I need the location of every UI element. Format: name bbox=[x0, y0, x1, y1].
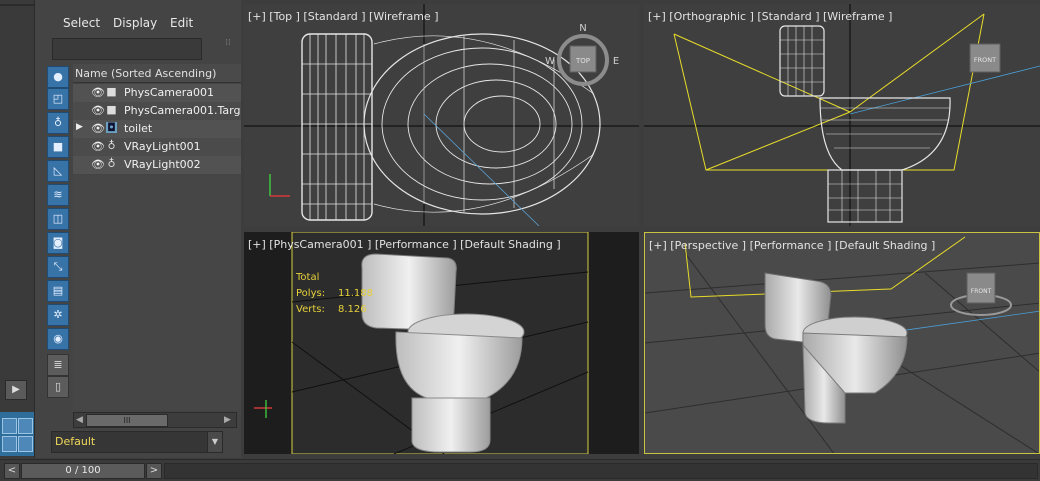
search-input[interactable] bbox=[52, 38, 202, 60]
tree-empty-area[interactable] bbox=[73, 175, 241, 410]
scroll-thumb[interactable]: III bbox=[86, 414, 168, 427]
prev-frame-button[interactable]: < bbox=[4, 463, 20, 479]
item-label: PhysCamera001 bbox=[124, 86, 215, 99]
list-icon[interactable]: ≣ bbox=[47, 354, 69, 376]
item-label: VRayLight001 bbox=[124, 140, 201, 153]
viewport-orthographic[interactable]: FRONT [+] [Orthographic ] [Standard ] [W… bbox=[644, 4, 1040, 226]
list-item[interactable]: ▶ 👁 ◘ toilet bbox=[73, 120, 241, 138]
eye-icon[interactable]: 👁 bbox=[91, 86, 105, 99]
stats-overlay: Total Polys: 11.188 Verts: 8.126 bbox=[296, 270, 373, 318]
list-item[interactable]: 👁 ■ PhysCamera001.Target bbox=[73, 102, 241, 120]
camera-target-icon: ■ bbox=[106, 103, 117, 116]
display-bones-icon[interactable]: ⤡ bbox=[47, 256, 69, 278]
chevron-down-icon[interactable]: ▼ bbox=[207, 431, 223, 453]
layout-cell-icon bbox=[18, 418, 33, 434]
page-icon[interactable]: ▯ bbox=[47, 376, 69, 398]
mesh-object-icon: ◘ bbox=[106, 121, 117, 134]
viewport-label-ortho[interactable]: [+] [Orthographic ] [Standard ] [Wirefra… bbox=[648, 10, 892, 23]
scroll-left-icon[interactable]: ◀ bbox=[76, 413, 83, 427]
polys-label: Polys: bbox=[296, 288, 326, 299]
menu-display[interactable]: Display bbox=[113, 16, 157, 30]
eye-icon[interactable]: 👁 bbox=[91, 140, 105, 153]
column-header-label: Name (Sorted Ascending) bbox=[75, 67, 217, 80]
display-visibility-icon[interactable]: ◉ bbox=[47, 328, 69, 350]
scene-tree: 👁 ■ PhysCamera001 👁 ■ PhysCamera001.Targ… bbox=[73, 84, 241, 174]
scene-explorer: Select Display Edit ⁞⁞ ● ◰ ♁ ■ ◺ ≋ ◫ ◙ ⤡… bbox=[35, 0, 241, 458]
display-particles-icon[interactable]: ✲ bbox=[47, 304, 69, 326]
light-bulb-icon: ♁ bbox=[107, 157, 116, 170]
layout-cell-icon bbox=[2, 436, 17, 452]
camera-icon: ■ bbox=[106, 85, 117, 98]
scroll-right-icon[interactable]: ▶ bbox=[224, 413, 231, 427]
perspective-viewcube-face[interactable]: FRONT bbox=[971, 288, 992, 295]
display-geometry-icon[interactable]: ◰ bbox=[47, 88, 69, 110]
compass-north: N bbox=[579, 23, 586, 34]
viewcube-top-face[interactable]: TOP bbox=[575, 57, 590, 65]
polys-value: 11.188 bbox=[338, 288, 373, 299]
display-xrefs-icon[interactable]: ◙ bbox=[47, 232, 69, 254]
top-wireframe: TOP N W E bbox=[244, 4, 639, 226]
viewport-camera[interactable]: [+] [PhysCamera001 ] [Performance ] [Def… bbox=[244, 232, 639, 454]
viewport-layout-button[interactable] bbox=[0, 412, 34, 456]
list-item[interactable]: 👁 ♁ VRayLight001 bbox=[73, 138, 241, 156]
item-label: VRayLight002 bbox=[124, 158, 201, 171]
menu-edit[interactable]: Edit bbox=[170, 16, 193, 30]
light-bulb-icon: ♁ bbox=[107, 139, 116, 152]
item-label: toilet bbox=[124, 122, 153, 135]
expand-arrow-icon[interactable]: ▶ bbox=[76, 122, 83, 132]
layout-cell-icon bbox=[2, 418, 17, 434]
horizontal-scrollbar[interactable]: ◀ III ▶ bbox=[73, 412, 237, 428]
play-arrow-icon[interactable]: ▶ bbox=[5, 380, 27, 400]
grip-icon: ⁞⁞ bbox=[225, 38, 231, 48]
eye-icon[interactable]: 👁 bbox=[91, 122, 105, 135]
display-cameras-icon[interactable]: ■ bbox=[47, 136, 69, 158]
perspective-view: FRONT bbox=[645, 236, 1039, 453]
viewport-label-perspective[interactable]: [+] [Perspective ] [Performance ] [Defau… bbox=[649, 239, 935, 252]
display-containers-icon[interactable]: ▤ bbox=[47, 280, 69, 302]
list-item[interactable]: 👁 ■ PhysCamera001 bbox=[73, 84, 241, 102]
menu-select[interactable]: Select bbox=[63, 16, 100, 30]
command-strip: ▶ bbox=[0, 0, 35, 458]
next-frame-button[interactable]: > bbox=[146, 463, 162, 479]
verts-value: 8.126 bbox=[338, 304, 367, 315]
layer-dropdown[interactable]: Default bbox=[51, 431, 209, 453]
layer-value: Default bbox=[55, 435, 96, 448]
display-helpers-icon[interactable]: ◺ bbox=[47, 160, 69, 182]
verts-label: Verts: bbox=[296, 304, 325, 315]
ortho-wireframe: FRONT bbox=[644, 4, 1040, 226]
display-none-icon[interactable]: ● bbox=[47, 66, 69, 88]
camera-view bbox=[254, 232, 589, 454]
viewcube-front-face[interactable]: FRONT bbox=[974, 56, 996, 64]
compass-east: E bbox=[613, 56, 619, 67]
viewport-label-camera[interactable]: [+] [PhysCamera001 ] [Performance ] [Def… bbox=[248, 238, 561, 251]
display-groups-icon[interactable]: ◫ bbox=[47, 208, 69, 230]
column-header[interactable]: Name (Sorted Ascending) bbox=[73, 64, 241, 83]
time-track[interactable] bbox=[164, 463, 1038, 479]
viewport-label-top[interactable]: [+] [Top ] [Standard ] [Wireframe ] bbox=[248, 10, 439, 23]
time-slider[interactable]: 0 / 100 bbox=[21, 463, 145, 479]
stats-header: Total bbox=[296, 272, 320, 283]
display-lights-icon[interactable]: ♁ bbox=[47, 112, 69, 134]
explorer-toolbar: ● ◰ ♁ ■ ◺ ≋ ◫ ◙ ⤡ ▤ ✲ ◉ ≣ ▯ bbox=[47, 66, 69, 398]
list-item[interactable]: 👁 ♁ VRayLight002 bbox=[73, 156, 241, 174]
viewport-perspective[interactable]: FRONT [+] [Perspective ] [Performance ] … bbox=[644, 232, 1040, 454]
explorer-menu-bar: Select Display Edit bbox=[35, 8, 241, 30]
layout-cell-icon bbox=[18, 436, 33, 452]
strip-divider bbox=[0, 4, 34, 6]
eye-icon[interactable]: 👁 bbox=[91, 104, 105, 117]
compass-west: W bbox=[545, 56, 555, 67]
item-label: PhysCamera001.Target bbox=[124, 104, 241, 117]
time-slider-bar: < 0 / 100 > bbox=[0, 459, 1040, 481]
viewport-top[interactable]: TOP N W E [+] [Top ] [Standard ] [Wirefr… bbox=[244, 4, 639, 226]
eye-icon[interactable]: 👁 bbox=[91, 158, 105, 171]
display-spacewarps-icon[interactable]: ≋ bbox=[47, 184, 69, 206]
